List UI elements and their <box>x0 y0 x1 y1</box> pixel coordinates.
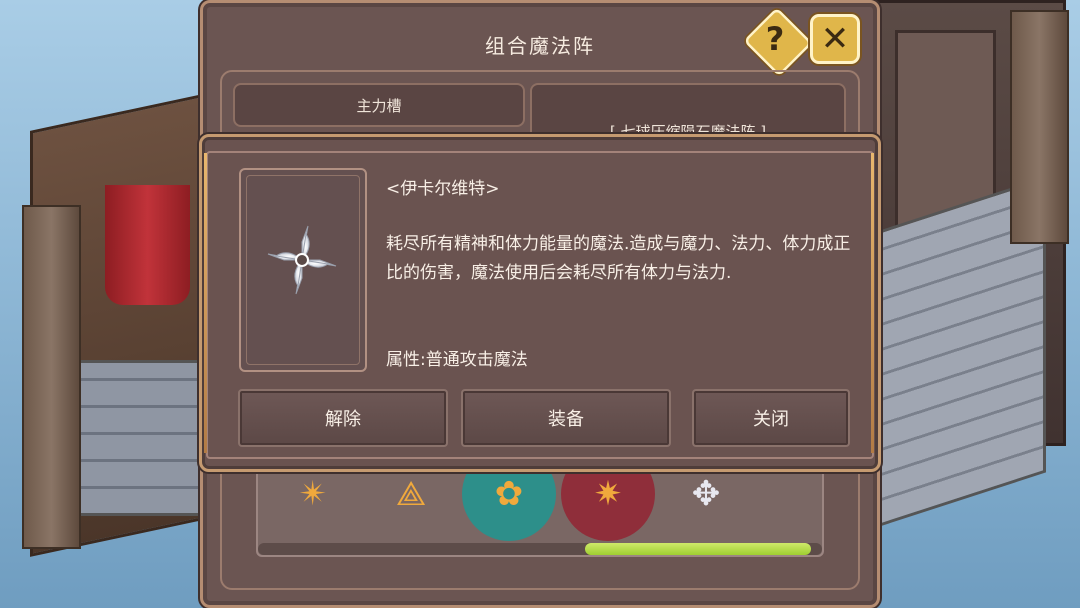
close-button[interactable]: 关闭 <box>692 389 850 447</box>
rune-scrollbar-thumb[interactable] <box>585 543 811 555</box>
unequip-button[interactable]: 解除 <box>238 389 448 447</box>
golden-star-rune-icon[interactable]: ✴ <box>285 466 341 522</box>
help-icon[interactable]: ? <box>747 13 803 65</box>
popup-edge-right <box>871 153 874 453</box>
white-swirl-rune-icon[interactable]: ✥ <box>678 466 734 522</box>
golden-triangle-rune-icon[interactable]: ⟁ <box>383 466 439 522</box>
main-slot-tab[interactable]: 主力槽 <box>233 83 525 127</box>
equip-button[interactable]: 装备 <box>461 389 671 447</box>
close-icon[interactable]: ✕ <box>810 14 860 64</box>
skill-attribute: 属性:普通攻击魔法 <box>386 350 528 370</box>
popup-edge-left <box>204 153 207 453</box>
skill-name: <伊卡尔维特> <box>386 179 500 199</box>
wooden-pillar-left <box>22 205 81 549</box>
red-curtain <box>105 185 190 305</box>
panel-title: 组合魔法阵 <box>485 34 595 58</box>
white-swirl-skill-icon <box>267 225 337 295</box>
skill-description: 耗尽所有精神和体力能量的魔法.造成与魔力、法力、体力成正比的伤害，魔法使用后会耗… <box>386 234 851 283</box>
